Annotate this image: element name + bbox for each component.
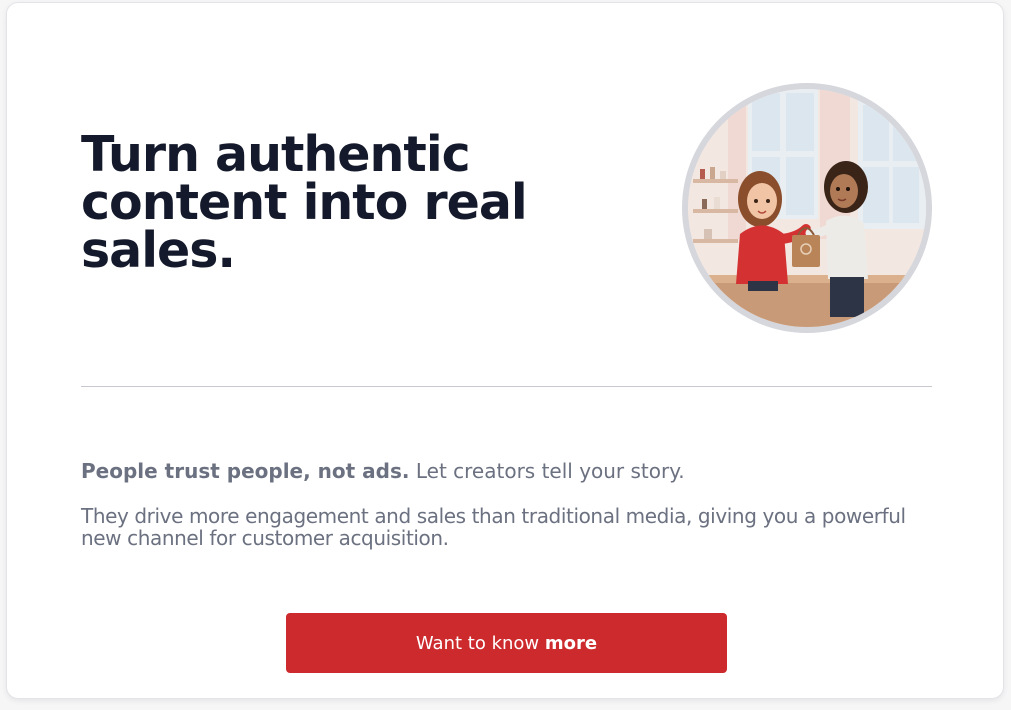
section-divider: [81, 386, 932, 387]
cta-label-regular: Want to know: [415, 632, 545, 654]
promo-card: Turn authentic content into real sales.: [6, 2, 1004, 699]
lead-rest: Let creators tell your story.: [409, 459, 685, 483]
lead-text: People trust people, not ads. Let creato…: [81, 458, 941, 484]
cta-label-bold: more: [544, 632, 598, 654]
want-to-know-more-button[interactable]: Want to know more: [286, 613, 727, 673]
hero-image-frame: [682, 83, 932, 333]
lead-bold: People trust people, not ads.: [81, 459, 410, 483]
hero-illustration: [688, 89, 926, 327]
headline: Turn authentic content into real sales.: [81, 126, 528, 279]
body-text: They drive more engagement and sales tha…: [81, 504, 906, 550]
